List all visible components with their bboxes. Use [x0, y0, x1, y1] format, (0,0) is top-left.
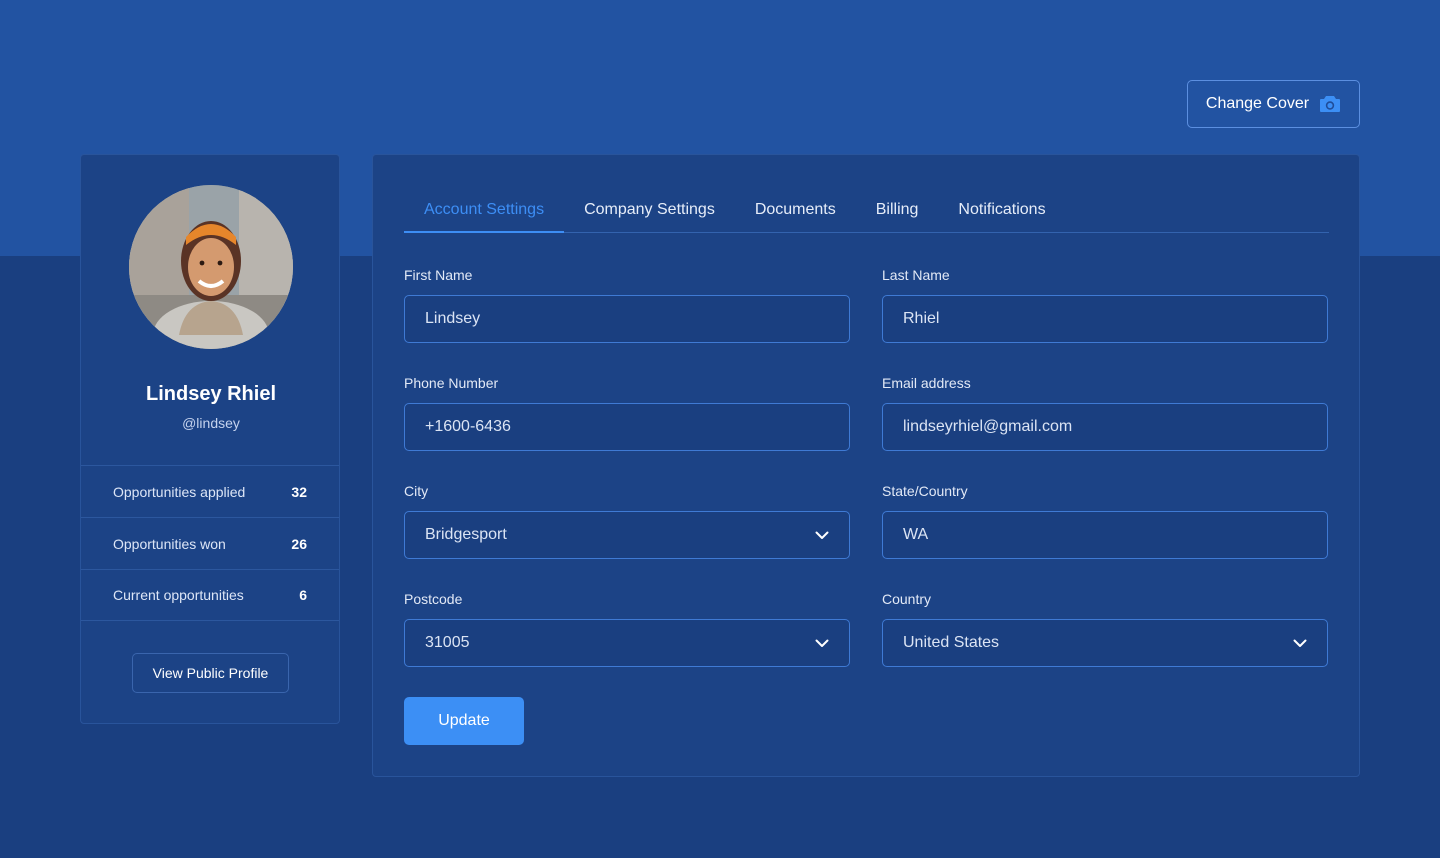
- email-group: Email address lindseyrhiel@gmail.com: [882, 375, 1328, 451]
- phone-input[interactable]: +1600-6436: [404, 403, 850, 451]
- stat-label: Opportunities won: [113, 535, 226, 552]
- stat-row-won: Opportunities won 26: [81, 517, 339, 569]
- state-group: State/Country WA: [882, 483, 1328, 559]
- update-button[interactable]: Update: [404, 697, 524, 745]
- stat-label: Current opportunities: [113, 587, 244, 603]
- profile-card: Lindsey Rhiel @lindsey Opportunities app…: [80, 154, 340, 724]
- tab-company-settings[interactable]: Company Settings: [564, 193, 735, 233]
- phone-label: Phone Number: [404, 375, 499, 391]
- stat-value: 32: [291, 483, 307, 500]
- view-public-profile-button[interactable]: View Public Profile: [132, 653, 289, 693]
- stat-value: 6: [299, 587, 307, 603]
- chevron-down-icon: [1293, 639, 1307, 647]
- first-name-group: First Name Lindsey: [404, 267, 850, 343]
- camera-icon: [1320, 96, 1341, 112]
- country-select[interactable]: United States: [882, 619, 1328, 667]
- change-cover-label: Change Cover: [1205, 95, 1310, 112]
- email-label: Email address: [882, 375, 971, 391]
- city-value: Bridgesport: [425, 526, 507, 543]
- stat-row-current: Current opportunities 6: [81, 569, 339, 621]
- stat-label: Opportunities applied: [113, 483, 246, 500]
- first-name-label: First Name: [404, 267, 473, 283]
- state-value: WA: [903, 526, 929, 543]
- tab-documents[interactable]: Documents: [735, 193, 856, 233]
- tab-billing[interactable]: Billing: [856, 193, 939, 233]
- first-name-input[interactable]: Lindsey: [404, 295, 850, 343]
- first-name-value: Lindsey: [425, 310, 481, 327]
- postcode-label: Postcode: [404, 591, 463, 607]
- phone-group: Phone Number +1600-6436: [404, 375, 850, 451]
- country-value: United States: [903, 634, 1000, 651]
- postcode-group: Postcode 31005: [404, 591, 850, 667]
- city-label: City: [404, 483, 429, 499]
- settings-tabs: Account Settings Company Settings Docume…: [404, 193, 1329, 233]
- country-label: Country: [882, 591, 932, 607]
- chevron-down-icon: [815, 639, 829, 647]
- postcode-select[interactable]: 31005: [404, 619, 850, 667]
- tab-notifications[interactable]: Notifications: [938, 193, 1065, 233]
- last-name-input[interactable]: Rhiel: [882, 295, 1328, 343]
- city-select[interactable]: Bridgesport: [404, 511, 850, 559]
- avatar: [129, 185, 293, 349]
- country-group: Country United States: [882, 591, 1328, 667]
- profile-handle: @lindsey: [182, 415, 240, 431]
- phone-value: +1600-6436: [425, 418, 511, 435]
- email-input[interactable]: lindseyrhiel@gmail.com: [882, 403, 1328, 451]
- tab-account-settings[interactable]: Account Settings: [404, 193, 565, 233]
- chevron-down-icon: [815, 531, 829, 539]
- last-name-value: Rhiel: [903, 310, 940, 327]
- state-input[interactable]: WA: [882, 511, 1328, 559]
- state-label: State/Country: [882, 483, 968, 499]
- profile-stats: Opportunities applied 32 Opportunities w…: [81, 465, 339, 621]
- last-name-group: Last Name Rhiel: [882, 267, 1328, 343]
- stat-value: 26: [291, 535, 307, 552]
- stat-row-applied: Opportunities applied 32: [81, 465, 339, 517]
- profile-name: Lindsey Rhiel: [145, 383, 277, 405]
- last-name-label: Last Name: [882, 267, 950, 283]
- city-group: City Bridgesport: [404, 483, 850, 559]
- email-value: lindseyrhiel@gmail.com: [903, 418, 1073, 435]
- change-cover-button[interactable]: Change Cover: [1187, 80, 1360, 128]
- postcode-value: 31005: [425, 634, 470, 651]
- settings-card: Account Settings Company Settings Docume…: [372, 154, 1360, 777]
